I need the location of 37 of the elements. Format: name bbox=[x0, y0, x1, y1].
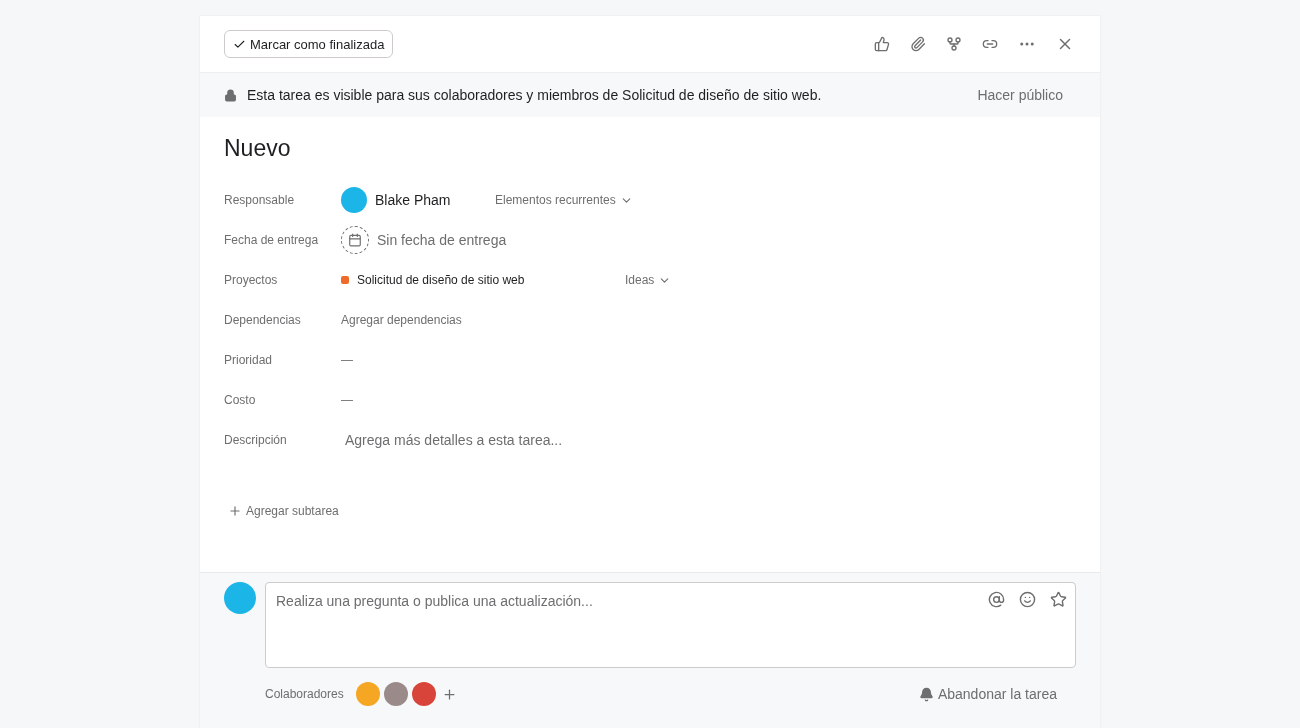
recurring-dropdown[interactable]: Elementos recurrentes bbox=[495, 193, 633, 207]
project-name[interactable]: Solicitud de diseño de sitio web bbox=[357, 273, 617, 287]
comment-field[interactable]: Realiza una pregunta o publica una actualización... bbox=[265, 582, 1076, 668]
banner-text: Esta tarea es visible para sus colaboradores y miembros de Solicitud de diseño de sitio web. bbox=[247, 87, 823, 103]
star-icon[interactable] bbox=[1050, 591, 1067, 608]
avatar bbox=[224, 582, 256, 614]
mention-icon[interactable] bbox=[988, 591, 1005, 608]
field-label: Dependencias bbox=[224, 313, 302, 327]
leave-task-button[interactable]: Abandonar la tarea bbox=[912, 685, 1063, 703]
avatar bbox=[341, 187, 367, 213]
make-public-button[interactable]: Hacer público bbox=[977, 87, 1076, 103]
subtask-icon[interactable] bbox=[944, 34, 964, 54]
paperclip-icon[interactable] bbox=[908, 34, 928, 54]
empty-value[interactable]: — bbox=[341, 393, 353, 407]
description-field[interactable]: Agrega más detalles a esta tarea... bbox=[345, 432, 563, 448]
add-subtask-button[interactable]: Agregar subtarea bbox=[224, 504, 343, 518]
lock-icon bbox=[224, 88, 237, 102]
task-title[interactable]: Nuevo bbox=[224, 135, 1076, 162]
collaborators-label: Colaboradores bbox=[265, 687, 344, 701]
collaborator-avatar[interactable] bbox=[411, 682, 436, 706]
collaborator-avatar[interactable] bbox=[383, 682, 408, 706]
empty-value[interactable]: — bbox=[341, 353, 353, 367]
field-label: Responsable bbox=[224, 193, 296, 207]
emoji-icon[interactable] bbox=[1019, 591, 1036, 608]
plus-icon bbox=[228, 504, 242, 518]
section-dropdown[interactable]: Ideas bbox=[625, 273, 672, 287]
assignee-name: Blake Pham bbox=[375, 192, 452, 208]
field-label: Costo bbox=[224, 393, 257, 407]
due-date-value[interactable]: Sin fecha de entrega bbox=[377, 232, 507, 248]
field-label: Prioridad bbox=[224, 353, 274, 367]
add-dependencies-link[interactable]: Agregar dependencias bbox=[341, 313, 462, 327]
complete-button[interactable]: Marcar como finalizada bbox=[224, 30, 394, 58]
field-label: Proyectos bbox=[224, 273, 279, 287]
like-icon[interactable] bbox=[872, 34, 892, 54]
bell-icon bbox=[918, 686, 934, 702]
field-label: Descripción bbox=[224, 433, 288, 447]
field-label: Fecha de entrega bbox=[224, 233, 320, 247]
